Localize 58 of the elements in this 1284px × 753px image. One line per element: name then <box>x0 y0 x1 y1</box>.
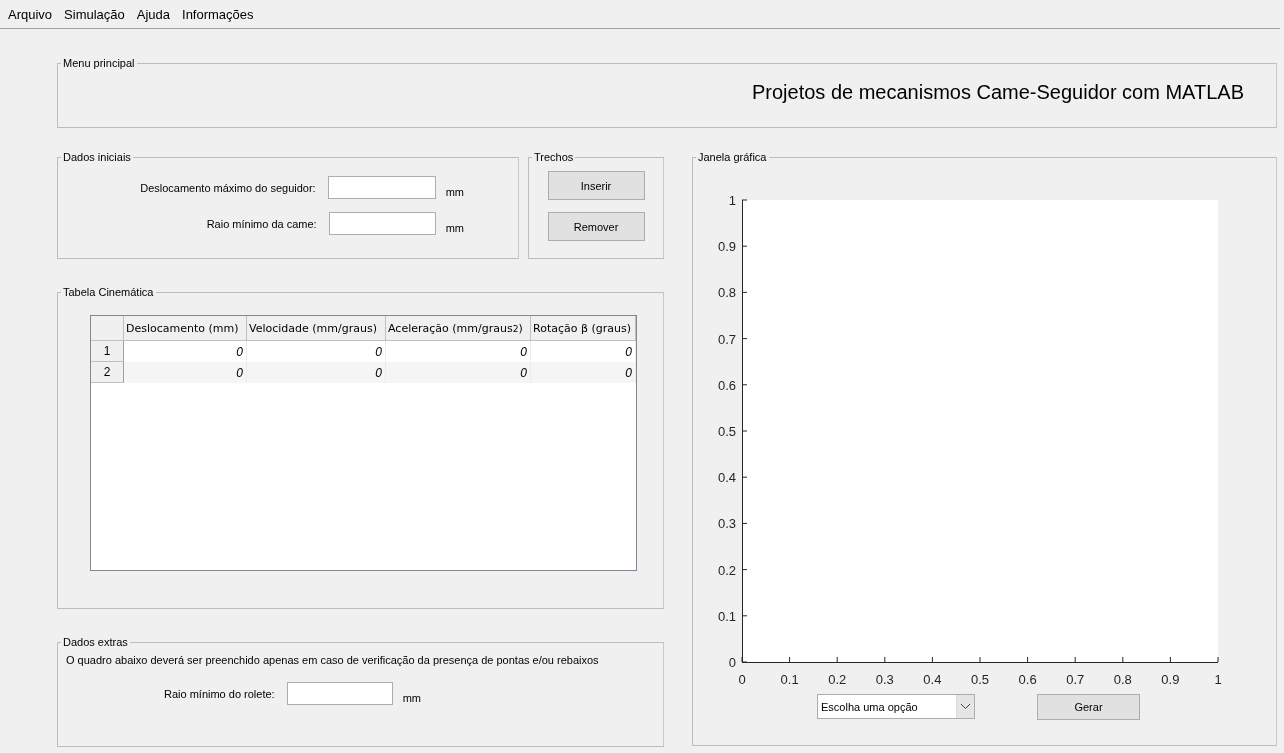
x-tick-label: 0.6 <box>1018 672 1037 687</box>
corner-header <box>91 316 124 341</box>
panel-title: Menu principal <box>62 57 136 69</box>
menu-item[interactable]: Arquivo <box>2 6 59 22</box>
y-tick-label: 1 <box>728 193 736 208</box>
panel-title: Janela gráfica <box>697 151 768 163</box>
note-text: O quadro abaixo deverá ser preenchido apenas em caso de verificação da presença de pontas e/ou rebaixos <box>65 654 600 666</box>
y-tick-label: 0.8 <box>717 285 736 301</box>
y-tick-label: 0.2 <box>717 562 736 578</box>
panel-title: Tabela Cinemática <box>62 286 155 298</box>
x-tick-label: 0.8 <box>1113 672 1132 687</box>
y-tick-label: 0.7 <box>717 331 736 347</box>
input-field[interactable] <box>327 176 436 199</box>
caret-icon <box>956 695 974 718</box>
panel-title: Dados extras <box>62 636 129 648</box>
menu-item[interactable]: Informações <box>176 6 260 22</box>
table-cell[interactable]: 0 <box>531 362 636 383</box>
action-button[interactable]: Remover <box>547 212 645 241</box>
field-label: Raio mínimo da came: <box>206 217 317 230</box>
x-tick-label: 0.4 <box>923 672 942 687</box>
row-header[interactable]: 2 <box>91 362 124 383</box>
unit-label: mm <box>445 221 464 234</box>
y-tick-label: 0.5 <box>717 424 736 439</box>
x-tick-label: 0.5 <box>970 672 990 687</box>
y-tick-label: 0.4 <box>717 470 736 486</box>
table-cell[interactable]: 0 <box>124 362 247 383</box>
y-tick-label: 0.9 <box>717 239 736 255</box>
panel-title: Trechos <box>533 151 575 163</box>
y-tick-label: 0 <box>728 655 736 670</box>
generate-button[interactable]: Gerar <box>1037 694 1140 720</box>
x-tick-label: 0 <box>738 672 746 687</box>
x-tick-label: 1 <box>1214 672 1222 687</box>
y-tick-label: 0.1 <box>717 608 736 624</box>
row-header[interactable]: 1 <box>91 341 124 362</box>
option-dropdown[interactable]: Escolha uma opção <box>817 694 975 719</box>
menu-item[interactable]: Ajuda <box>130 6 177 22</box>
menu-item[interactable]: Simulação <box>58 6 131 22</box>
panel-title: Dados iniciais <box>62 151 132 163</box>
x-tick-label: 0.9 <box>1161 672 1180 687</box>
x-tick-label: 0.1 <box>780 672 799 687</box>
unit-label: mm <box>445 185 464 198</box>
x-tick-label: 0.2 <box>828 672 847 687</box>
table-cell[interactable]: 0 <box>247 362 386 383</box>
field-label: Raio mínimo do rolete: <box>164 687 275 700</box>
action-button[interactable]: Inserir <box>547 171 645 200</box>
y-tick-label: 0.3 <box>717 516 736 532</box>
table-cell[interactable]: 0 <box>386 362 531 383</box>
app-title: Projetos de mecanismos Came-Seguidor com MATLAB <box>751 81 1244 104</box>
column-header[interactable]: Deslocamento (mm) <box>124 316 247 341</box>
y-tick-label: 0.6 <box>717 377 736 393</box>
x-tick-label: 0.3 <box>875 672 894 687</box>
input-field[interactable] <box>286 682 393 705</box>
column-header[interactable]: Velocidade (mm/graus) <box>247 316 386 341</box>
x-tick-label: 0.7 <box>1066 672 1085 687</box>
input-field[interactable] <box>328 212 436 235</box>
column-header[interactable]: Rotação β (graus) <box>531 316 636 341</box>
field-label: Deslocamento máximo do seguidor: <box>140 181 316 194</box>
unit-label: mm <box>402 691 421 704</box>
